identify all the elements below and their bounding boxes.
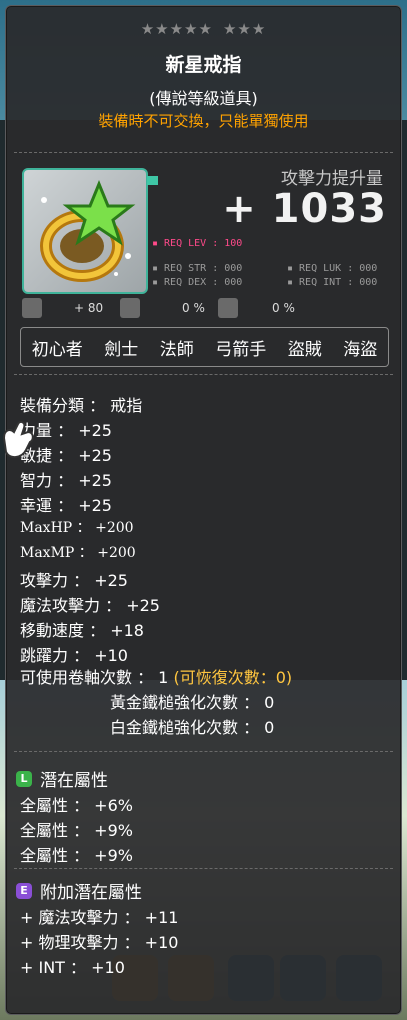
potential-line: 全屬性 ： +6% bbox=[20, 796, 133, 815]
upgrade-icon bbox=[120, 298, 140, 318]
req-level: ▪ REQ LEV : 100 bbox=[152, 238, 243, 249]
star-icon: ★★★ bbox=[222, 20, 267, 38]
additional-potential-line: + 物理攻擊力 ： +10 bbox=[20, 933, 179, 952]
stat-sep: ： bbox=[52, 421, 79, 440]
stat-line: 跳躍力 ： +10 bbox=[20, 642, 128, 666]
star-icon: ★★★★★ bbox=[140, 20, 213, 38]
star-force-stars: ★★★★★ ★★★ bbox=[6, 20, 401, 38]
stat-sep: ： bbox=[52, 496, 79, 515]
golden-hammer-count: 黃金鐵槌強化次數 ： 0 bbox=[110, 693, 275, 712]
req-dex: ▪ REQ DEX : 000 bbox=[152, 277, 243, 288]
scissors-icon bbox=[22, 298, 42, 318]
scissors-count: + 80 bbox=[74, 301, 104, 315]
additional-potential-line: + 魔法攻擊力 ： +11 bbox=[20, 908, 179, 927]
stat-label: 幸運 bbox=[20, 496, 53, 515]
stat-sep: ： bbox=[84, 396, 111, 415]
potential-header: L 潛在屬性 bbox=[16, 766, 108, 791]
potential-line: 全屬性 ： +9% bbox=[20, 821, 133, 840]
stat-line: MaxMP ： +200 bbox=[20, 542, 136, 562]
stat-label: 跳躍力 bbox=[20, 646, 69, 665]
scroll-slots: 可使用卷軸次數 ： 1 (可恢復次數：0) bbox=[20, 664, 292, 688]
upgrade-percent: 0 % bbox=[182, 301, 205, 315]
divider bbox=[14, 374, 393, 375]
potential-title: 潛在屬性 bbox=[40, 771, 108, 791]
stat-label: 攻擊力 bbox=[20, 571, 69, 590]
job-warrior: 劍士 bbox=[104, 339, 139, 360]
stat-sep: ： bbox=[100, 596, 127, 615]
job-requirements: 初心者 劍士 法師 弓箭手 盜賊 海盜 bbox=[20, 327, 389, 367]
req-int: ▪ REQ INT : 000 bbox=[287, 277, 378, 288]
stat-line: 攻擊力 ： +25 bbox=[20, 567, 128, 591]
stat-sep: ： bbox=[84, 621, 111, 640]
stat-label: MaxMP bbox=[20, 545, 75, 561]
epic-badge-icon: E bbox=[16, 882, 32, 899]
additional-potential-line: + INT ： +10 bbox=[20, 958, 125, 977]
shield-percent: 0 % bbox=[272, 301, 295, 315]
job-pirate: 海盜 bbox=[343, 339, 378, 360]
item-name: 新星戒指 bbox=[165, 54, 242, 76]
job-archer: 弓箭手 bbox=[215, 339, 267, 360]
stat-sep: ： bbox=[74, 545, 98, 561]
stat-line: MaxHP ： +200 bbox=[20, 517, 134, 537]
stat-sep: ： bbox=[52, 446, 79, 465]
stat-value: +25 bbox=[94, 571, 128, 590]
job-magician: 法師 bbox=[159, 339, 194, 360]
item-tooltip: ★★★★★ ★★★ 新星戒指 (傳說等級道具) 裝備時不可交換，只能單獨使用 攻擊… bbox=[5, 5, 402, 1015]
stat-value: +25 bbox=[78, 496, 112, 515]
stat-value: +18 bbox=[110, 621, 144, 640]
flag-icon bbox=[147, 176, 158, 185]
job-thief: 盜賊 bbox=[287, 339, 322, 360]
scroll-count: 可使用卷軸次數 ： 1 bbox=[20, 668, 169, 687]
stat-label: 裝備分類 bbox=[20, 396, 85, 415]
stat-sep: ： bbox=[72, 520, 96, 536]
stat-line: 裝備分類 ： 戒指 bbox=[20, 392, 142, 416]
legendary-badge-icon: L bbox=[16, 770, 32, 787]
stat-value: +10 bbox=[94, 646, 128, 665]
potential-line: 全屬性 ： +9% bbox=[20, 846, 133, 865]
divider bbox=[14, 868, 393, 869]
stat-sep: ： bbox=[68, 571, 95, 590]
stat-line: 智力 ： +25 bbox=[20, 467, 112, 491]
stat-value: +200 bbox=[97, 545, 136, 561]
attack-increase-value: + 1033 bbox=[222, 186, 387, 232]
trade-restriction: 裝備時不可交換，只能單獨使用 bbox=[98, 112, 309, 130]
stat-line: 魔法攻擊力 ： +25 bbox=[20, 592, 160, 616]
req-str: ▪ REQ STR : 000 bbox=[152, 263, 243, 274]
stat-value: +200 bbox=[95, 520, 134, 536]
scroll-recover: (可恢復次數：0) bbox=[173, 668, 293, 687]
stat-value: +25 bbox=[78, 446, 112, 465]
pointer-hand-icon bbox=[2, 420, 34, 458]
stat-label: 移動速度 bbox=[20, 621, 85, 640]
job-beginner: 初心者 bbox=[31, 339, 83, 360]
stat-label: MaxHP bbox=[20, 520, 73, 536]
stat-value: 戒指 bbox=[110, 396, 143, 415]
stat-line: 幸運 ： +25 bbox=[20, 492, 112, 516]
stat-line: 移動速度 ： +18 bbox=[20, 617, 144, 641]
item-rank: (傳說等級道具) bbox=[149, 89, 258, 108]
req-luk: ▪ REQ LUK : 000 bbox=[287, 263, 378, 274]
stat-label: 智力 bbox=[20, 471, 53, 490]
additional-potential-header: E 附加潛在屬性 bbox=[16, 878, 142, 903]
stat-sep: ： bbox=[68, 646, 95, 665]
stat-value: +25 bbox=[78, 421, 112, 440]
stat-value: +25 bbox=[126, 596, 160, 615]
divider bbox=[14, 152, 393, 153]
shield-icon bbox=[218, 298, 238, 318]
stat-value: +25 bbox=[78, 471, 112, 490]
platinum-hammer-count: 白金鐵槌強化次數 ： 0 bbox=[110, 718, 275, 737]
stat-sep: ： bbox=[52, 471, 79, 490]
stat-label: 魔法攻擊力 bbox=[20, 596, 101, 615]
divider bbox=[14, 751, 393, 752]
ring-item-icon bbox=[22, 168, 148, 294]
additional-potential-title: 附加潛在屬性 bbox=[40, 883, 142, 903]
